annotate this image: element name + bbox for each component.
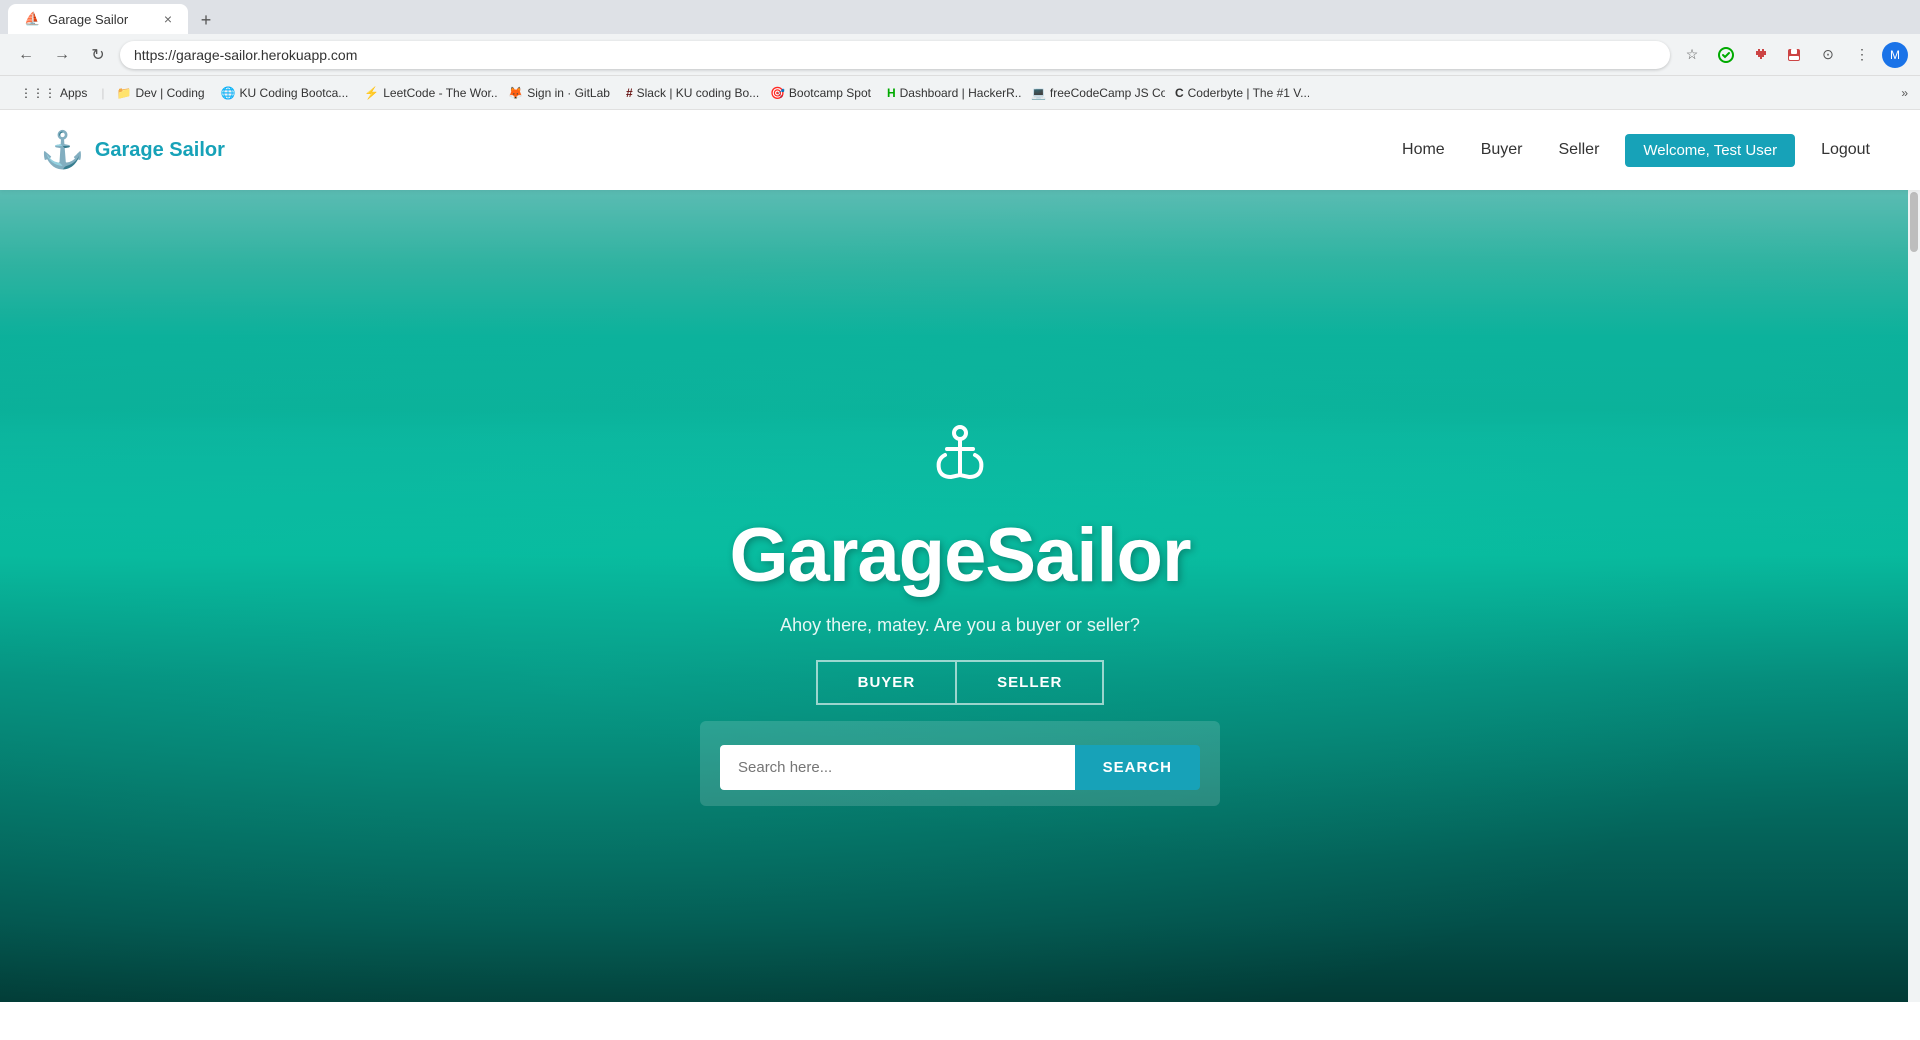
more-button[interactable]: ⋮ bbox=[1848, 41, 1876, 69]
buyer-button[interactable]: BUYER bbox=[816, 660, 956, 705]
bookmark-item-0[interactable]: 📁 Dev | Coding bbox=[110, 82, 210, 104]
hero-content: GarageSailor Ahoy there, matey. Are you … bbox=[700, 417, 1220, 806]
bookmark-label-7: freeCodeCamp JS Co... bbox=[1050, 86, 1165, 100]
bookmark-label-5: Bootcamp Spot bbox=[789, 86, 871, 100]
bookmark-label-1: KU Coding Bootca... bbox=[240, 86, 349, 100]
browser-icons: ☆ ⊙ ⋮ M bbox=[1678, 41, 1908, 69]
active-tab[interactable]: ⛵ Garage Sailor × bbox=[8, 4, 188, 34]
bookmark-icon-5: 🎯 bbox=[770, 86, 785, 100]
scrollbar-thumb[interactable] bbox=[1910, 192, 1918, 252]
hero-anchor-icon bbox=[925, 417, 995, 496]
nav-seller-link[interactable]: Seller bbox=[1549, 135, 1610, 165]
search-input[interactable] bbox=[720, 745, 1075, 790]
hero-title: GarageSailor bbox=[729, 512, 1190, 599]
address-bar-row: ← → ↻ ☆ bbox=[0, 34, 1920, 76]
seller-button[interactable]: SELLER bbox=[955, 660, 1104, 705]
bookmark-item-6[interactable]: H Dashboard | HackerR... bbox=[881, 82, 1021, 104]
bookmark-label-3: Sign in · GitLab bbox=[527, 86, 610, 100]
refresh-button[interactable]: ↻ bbox=[84, 41, 112, 69]
logo-anchor-icon: ⚓ bbox=[40, 129, 85, 171]
bookmark-item-2[interactable]: ⚡ LeetCode - The Wor... bbox=[358, 82, 498, 104]
apps-label: Apps bbox=[60, 86, 87, 100]
bookmark-icon-7: 💻 bbox=[1031, 86, 1046, 100]
bookmark-item-3[interactable]: 🦊 Sign in · GitLab bbox=[502, 82, 616, 104]
welcome-user-button[interactable]: Welcome, Test User bbox=[1625, 134, 1795, 167]
search-row: SEARCH bbox=[720, 745, 1200, 790]
hero-buttons: BUYER SELLER bbox=[816, 660, 1105, 705]
bookmark-icon-0: 📁 bbox=[116, 86, 131, 100]
site-nav: ⚓ Garage Sailor Home Buyer Seller Welcom… bbox=[0, 110, 1920, 190]
bookmark-icon-4: # bbox=[626, 86, 633, 100]
bookmark-icon-8: C bbox=[1175, 86, 1184, 100]
bookmark-icon-6: H bbox=[887, 86, 896, 100]
bookmark-item-8[interactable]: C Coderbyte | The #1 V... bbox=[1169, 82, 1309, 104]
bookmark-item-5[interactable]: 🎯 Bootcamp Spot bbox=[764, 82, 877, 104]
search-container: SEARCH bbox=[700, 721, 1220, 806]
logo-text: Garage Sailor bbox=[95, 139, 225, 162]
site-nav-links: Home Buyer Seller Welcome, Test User Log… bbox=[1392, 134, 1880, 167]
bookmark-icon-2: ⚡ bbox=[364, 86, 379, 100]
browser-chrome: ⛵ Garage Sailor × + ← → ↻ ☆ bbox=[0, 0, 1920, 110]
browser-scrollbar[interactable] bbox=[1908, 190, 1920, 1002]
bookmarks-more-button[interactable]: » bbox=[1901, 86, 1908, 100]
check-extension-icon[interactable] bbox=[1712, 41, 1740, 69]
bookmark-icon-3: 🦊 bbox=[508, 86, 523, 100]
bookmark-item-1[interactable]: 🌐 KU Coding Bootca... bbox=[215, 82, 355, 104]
nav-home-link[interactable]: Home bbox=[1392, 135, 1455, 165]
extension-icon[interactable] bbox=[1746, 41, 1774, 69]
bookmark-label-8: Coderbyte | The #1 V... bbox=[1188, 86, 1309, 100]
bookmark-label-4: Slack | KU coding Bo... bbox=[637, 86, 760, 100]
save-icon[interactable] bbox=[1780, 41, 1808, 69]
bookmarks-bar: ⋮⋮⋮ Apps | 📁 Dev | Coding 🌐 KU Coding Bo… bbox=[0, 76, 1920, 110]
nav-buyer-link[interactable]: Buyer bbox=[1471, 135, 1533, 165]
webpage: ⚓ Garage Sailor Home Buyer Seller Welcom… bbox=[0, 110, 1920, 1002]
hero-subtitle: Ahoy there, matey. Are you a buyer or se… bbox=[780, 615, 1140, 636]
tab-title: Garage Sailor bbox=[48, 12, 128, 27]
tab-favicon: ⛵ bbox=[24, 11, 40, 27]
tab-close-button[interactable]: × bbox=[164, 11, 172, 27]
logout-link[interactable]: Logout bbox=[1811, 135, 1880, 165]
apps-grid-icon: ⋮⋮⋮ bbox=[20, 86, 56, 100]
address-input[interactable] bbox=[120, 41, 1670, 69]
back-button[interactable]: ← bbox=[12, 41, 40, 69]
profile-avatar[interactable]: M bbox=[1882, 42, 1908, 68]
bookmarks-apps-button[interactable]: ⋮⋮⋮ Apps bbox=[12, 82, 95, 104]
hero-section: GarageSailor Ahoy there, matey. Are you … bbox=[0, 190, 1920, 1002]
bookmark-item-7[interactable]: 💻 freeCodeCamp JS Co... bbox=[1025, 82, 1165, 104]
bookmark-label-6: Dashboard | HackerR... bbox=[900, 86, 1021, 100]
site-logo[interactable]: ⚓ Garage Sailor bbox=[40, 129, 225, 171]
bookmark-icon-1: 🌐 bbox=[221, 86, 236, 100]
bookmark-label-2: LeetCode - The Wor... bbox=[383, 86, 498, 100]
bookmark-item-4[interactable]: # Slack | KU coding Bo... bbox=[620, 82, 760, 104]
history-icon[interactable]: ⊙ bbox=[1814, 41, 1842, 69]
bookmark-button[interactable]: ☆ bbox=[1678, 41, 1706, 69]
search-button[interactable]: SEARCH bbox=[1075, 745, 1200, 790]
tab-bar: ⛵ Garage Sailor × + bbox=[0, 0, 1920, 34]
bookmarks-separator: | bbox=[101, 86, 104, 100]
new-tab-button[interactable]: + bbox=[192, 6, 220, 34]
bookmark-label-0: Dev | Coding bbox=[135, 86, 204, 100]
forward-button[interactable]: → bbox=[48, 41, 76, 69]
